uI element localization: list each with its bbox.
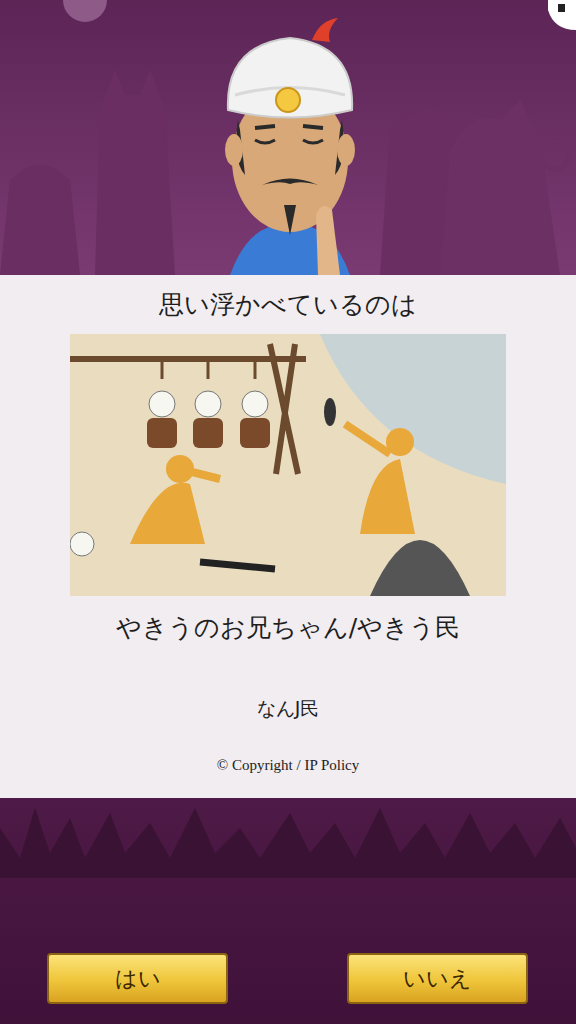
footer: はい いいえ xyxy=(0,798,576,1024)
genie-scene-icon xyxy=(0,0,576,275)
character-description: なんJ民 xyxy=(257,696,320,721)
prompt-text: 思い浮かべているのは xyxy=(159,289,417,322)
grass-icon xyxy=(0,798,576,878)
sound-toggle-icon[interactable] xyxy=(540,0,576,30)
character-picture-icon xyxy=(70,334,506,596)
character-illustration xyxy=(70,334,506,596)
answer-button[interactable]: いいえ xyxy=(347,953,528,1004)
answer-button[interactable]: はい xyxy=(47,953,228,1004)
header xyxy=(0,0,576,275)
result-panel: 思い浮かべているのは やきうのお兄ちゃん/やきう民 なんJ民 © Copyrig… xyxy=(0,275,576,798)
answer-buttons: はい いいえ xyxy=(0,953,576,1024)
character-name: やきうのお兄ちゃん/やきう民 xyxy=(116,612,460,645)
akinator-screen: 思い浮かべているのは やきうのお兄ちゃん/やきう民 なんJ民 © Copyrig… xyxy=(0,0,576,1024)
copyright-link[interactable]: © Copyright / IP Policy xyxy=(217,757,360,774)
